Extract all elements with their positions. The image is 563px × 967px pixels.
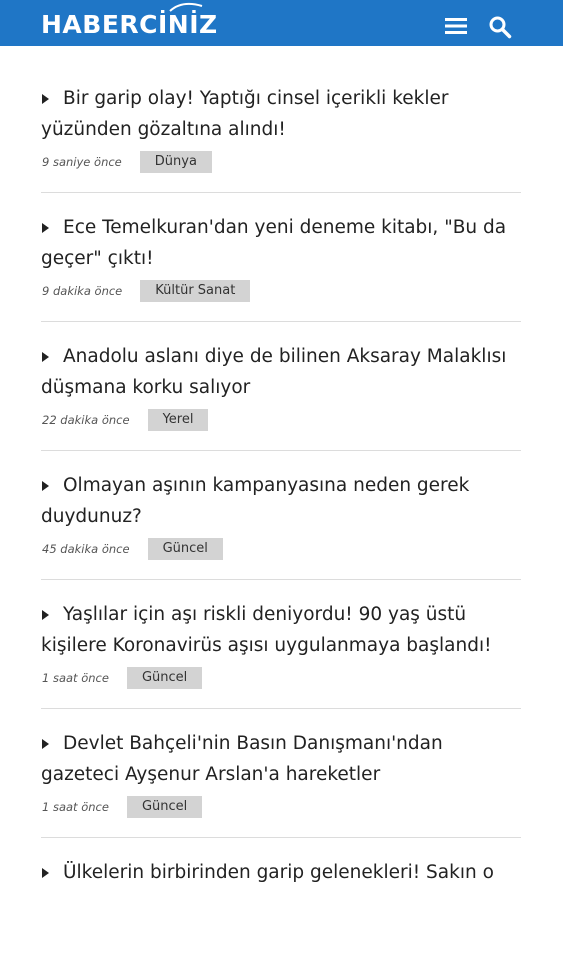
news-time: 9 dakika önce [42, 284, 123, 298]
news-meta: 9 saniye önce Dünya [42, 151, 212, 173]
news-item[interactable]: Devlet Bahçeli'nin Basın Danışmanı'ndan … [41, 709, 521, 838]
site-logo[interactable]: HABERCİNİZ [41, 10, 218, 40]
hamburger-menu-icon[interactable] [445, 17, 467, 35]
news-title[interactable]: Anadolu aslanı diye de bilinen Aksaray M… [41, 341, 521, 403]
news-title[interactable]: Ülkelerin birbirinden garip gelenekleri!… [41, 857, 521, 888]
news-time: 1 saat önce [42, 800, 109, 814]
category-badge[interactable]: Yerel [147, 409, 209, 431]
news-meta: 9 dakika önce Kültür Sanat [42, 280, 251, 302]
news-meta: 1 saat önce Güncel [42, 796, 203, 818]
category-badge[interactable]: Güncel [126, 667, 203, 689]
news-time: 45 dakika önce [42, 542, 130, 556]
news-item[interactable]: Yaşlılar için aşı riskli deniyordu! 90 y… [41, 580, 521, 709]
news-list: Bir garip olay! Yaptığı cinsel içerikli … [41, 64, 521, 967]
category-badge[interactable]: Güncel [147, 538, 223, 560]
news-item[interactable]: Bir garip olay! Yaptığı cinsel içerikli … [41, 64, 521, 193]
news-item[interactable]: Ece Temelkuran'dan yeni deneme kitabı, "… [41, 193, 521, 322]
search-icon[interactable] [488, 15, 512, 39]
top-bar: HABERCİNİZ [0, 0, 563, 46]
news-meta: 45 dakika önce Güncel [42, 538, 223, 560]
news-item[interactable]: Anadolu aslanı diye de bilinen Aksaray M… [41, 322, 521, 451]
news-title[interactable]: Yaşlılar için aşı riskli deniyordu! 90 y… [41, 599, 521, 661]
logo-swoosh-icon [169, 2, 203, 12]
news-time: 22 dakika önce [42, 413, 130, 427]
news-time: 9 saniye önce [42, 155, 122, 169]
news-title[interactable]: Devlet Bahçeli'nin Basın Danışmanı'ndan … [41, 728, 521, 790]
category-badge[interactable]: Dünya [139, 151, 212, 173]
category-badge[interactable]: Kültür Sanat [140, 280, 251, 302]
news-item[interactable]: Olmayan aşının kampanyasına neden gerek … [41, 451, 521, 580]
news-time: 1 saat önce [42, 671, 109, 685]
news-item[interactable]: Ülkelerin birbirinden garip gelenekleri!… [41, 838, 521, 967]
news-meta: 1 saat önce Güncel [42, 667, 203, 689]
news-meta: 22 dakika önce Yerel [42, 409, 209, 431]
news-title[interactable]: Olmayan aşının kampanyasına neden gerek … [41, 470, 521, 532]
news-title[interactable]: Ece Temelkuran'dan yeni deneme kitabı, "… [41, 212, 521, 274]
news-title[interactable]: Bir garip olay! Yaptığı cinsel içerikli … [41, 83, 521, 145]
category-badge[interactable]: Güncel [126, 796, 203, 818]
